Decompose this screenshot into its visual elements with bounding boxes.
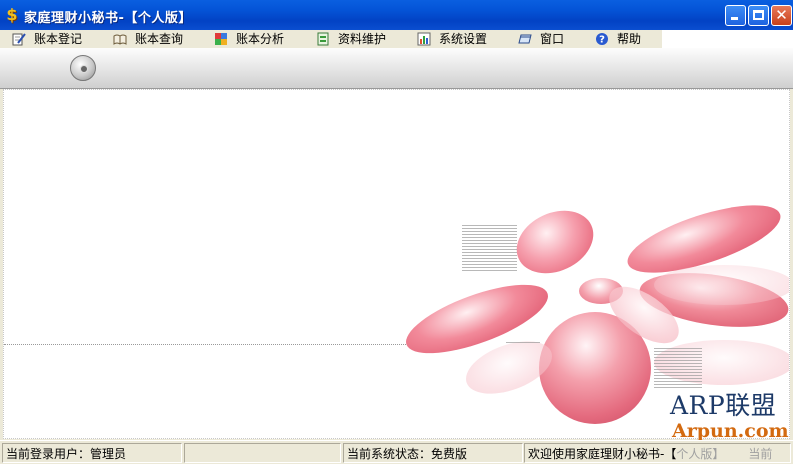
status-welcome-suffix: 个人版】 xyxy=(676,447,725,461)
green-document-icon xyxy=(317,32,329,45)
status-empty-pane xyxy=(184,443,341,463)
menu-system-settings[interactable]: 系统设置 xyxy=(417,30,487,48)
maximize-icon xyxy=(753,10,764,20)
close-button[interactable]: ✕ xyxy=(771,5,792,26)
minimize-button[interactable] xyxy=(725,5,746,26)
svg-text:?: ? xyxy=(599,34,605,45)
window-icon xyxy=(518,34,532,43)
status-system-state: 当前系统状态：免费版 xyxy=(343,443,523,463)
wallpaper-text-texture xyxy=(654,348,702,390)
wallpaper-text-texture xyxy=(462,225,517,273)
menu-label: 帮助 xyxy=(617,32,642,46)
wallpaper-bubble xyxy=(506,198,604,286)
arpun-url-watermark: Arpun.com xyxy=(672,420,789,442)
menu-account-register[interactable]: 账本登记 xyxy=(12,30,82,48)
menu-label: 窗口 xyxy=(540,32,565,46)
menu-bar: 账本登记 账本查询 账本分析 资料维护 系统设置 窗口 ? 帮助 xyxy=(0,30,662,48)
menu-account-query[interactable]: 账本查询 xyxy=(113,30,183,48)
title-bar[interactable]: $ 家庭理财小秘书-【个人版】 ✕ xyxy=(0,0,793,30)
maximize-button[interactable] xyxy=(748,5,769,26)
status-current-user: 当前登录用户：管理员 xyxy=(2,443,182,463)
menu-data-maintenance[interactable]: 资料维护 xyxy=(316,30,386,48)
menu-help[interactable]: ? 帮助 xyxy=(595,30,641,48)
menu-window[interactable]: 窗口 xyxy=(518,30,564,48)
close-icon: ✕ xyxy=(775,6,788,24)
notepad-pen-icon xyxy=(12,32,26,45)
status-bar: 当前登录用户：管理员 当前系统状态：免费版 欢迎使用家庭理财小秘书-【个人版】 当… xyxy=(0,440,793,464)
help-circle-icon: ? xyxy=(596,32,608,45)
minimize-icon xyxy=(731,17,738,20)
colorful-cubes-icon xyxy=(215,32,227,45)
menu-label: 账本登记 xyxy=(34,32,83,46)
app-dollar-icon[interactable]: $ xyxy=(4,6,20,24)
status-current-cut: 当前 xyxy=(748,447,773,461)
toolbar xyxy=(0,48,793,89)
open-book-icon xyxy=(113,34,127,45)
menu-account-analysis[interactable]: 账本分析 xyxy=(214,30,284,48)
menu-label: 系统设置 xyxy=(439,32,488,46)
cd-disc-icon[interactable] xyxy=(70,55,96,81)
wallpaper-text-texture xyxy=(506,342,540,345)
settings-chart-icon xyxy=(417,32,431,45)
menu-label: 资料维护 xyxy=(338,32,387,46)
wallpaper-bubble xyxy=(654,265,789,305)
menu-label: 账本查询 xyxy=(135,32,184,46)
arp-watermark: ARP联盟 xyxy=(670,391,777,420)
menu-bar-empty-area xyxy=(662,30,793,48)
window-title: 家庭理财小秘书-【个人版】 xyxy=(24,11,192,26)
status-welcome: 欢迎使用家庭理财小秘书-【个人版】 当前 xyxy=(524,443,791,463)
dotted-divider xyxy=(4,344,424,345)
menu-label: 账本分析 xyxy=(236,32,285,46)
status-welcome-prefix: 欢迎使用家庭理财小秘书-【 xyxy=(528,447,677,461)
